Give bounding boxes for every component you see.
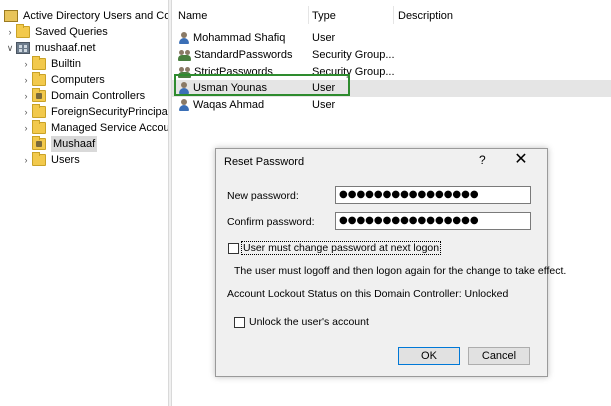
chevron-right-icon[interactable]: ›	[20, 56, 32, 72]
list-row[interactable]: Waqas Ahmad User	[172, 97, 611, 114]
row-name: Mohammad Shafiq	[193, 32, 286, 44]
reset-password-dialog: Reset Password ? ✕ New password: ●●●●●●●…	[215, 148, 566, 377]
tree-root[interactable]: Active Directory Users and Com	[4, 8, 168, 24]
new-password-label: New password:	[227, 190, 299, 202]
must-change-password-label[interactable]: User must change password at next logon	[241, 241, 442, 255]
tree-item-computers[interactable]: › Computers	[20, 72, 105, 88]
tree-item-domain-controllers[interactable]: › Domain Controllers	[20, 88, 145, 104]
row-type: Security Group...	[312, 49, 395, 61]
list-row-selected[interactable]: Usman Younas User	[172, 80, 611, 97]
tree-item-saved-queries[interactable]: › Saved Queries	[4, 24, 108, 40]
user-icon	[178, 82, 190, 95]
row-name: StandardPasswords	[194, 49, 293, 61]
chevron-right-icon[interactable]: ›	[20, 104, 32, 120]
column-divider[interactable]	[308, 6, 309, 24]
ad-console-icon	[4, 10, 18, 22]
row-name: StrictPasswords	[194, 66, 273, 78]
row-type: User	[312, 99, 336, 111]
list-row[interactable]: StrictPasswords Security Group...	[172, 64, 611, 81]
ou-folder-icon	[32, 136, 46, 150]
confirm-password-label: Confirm password:	[227, 216, 315, 228]
chevron-right-icon[interactable]: ›	[20, 152, 32, 168]
folder-icon	[32, 120, 46, 134]
tree-item-label: Users	[51, 154, 80, 166]
chevron-right-icon[interactable]: ›	[20, 120, 32, 136]
logoff-note: The user must logoff and then logon agai…	[234, 265, 567, 277]
tree-item-mushaaf[interactable]: Mushaaf	[20, 136, 98, 152]
dialog-title: Reset Password	[224, 156, 305, 168]
close-icon[interactable]: ✕	[512, 150, 530, 170]
tree-item-foreign-security-principals[interactable]: › ForeignSecurityPrincipals	[20, 104, 168, 120]
confirm-password-field[interactable]: ●●●●●●●●●●●●●●●●	[335, 212, 531, 230]
row-type: Security Group...	[312, 66, 395, 78]
ou-folder-icon	[32, 88, 46, 102]
group-icon	[178, 49, 191, 62]
user-icon	[178, 32, 190, 45]
must-change-password-checkbox[interactable]	[228, 243, 239, 254]
row-name: Usman Younas	[193, 82, 267, 94]
unlock-account-label[interactable]: Unlock the user's account	[249, 316, 369, 328]
tree-item-label: Managed Service Accoun	[51, 122, 168, 134]
column-header-type[interactable]: Type	[312, 10, 336, 22]
help-button[interactable]: ?	[479, 153, 486, 167]
row-type: User	[312, 82, 336, 94]
folder-icon	[32, 56, 46, 70]
list-row[interactable]: Mohammad Shafiq User	[172, 30, 611, 47]
tree-item-builtin[interactable]: › Builtin	[20, 56, 81, 72]
ok-button[interactable]: OK	[398, 347, 460, 365]
chevron-right-icon[interactable]: ›	[20, 88, 32, 104]
folder-icon	[16, 24, 30, 38]
tree-item-users[interactable]: › Users	[20, 152, 80, 168]
tree-item-domain[interactable]: ∨ mushaaf.net	[4, 40, 96, 56]
chevron-right-icon[interactable]: ›	[4, 24, 16, 40]
folder-icon	[32, 152, 46, 166]
lockout-status-text: Account Lockout Status on this Domain Co…	[227, 288, 509, 300]
tree-item-label: Builtin	[51, 58, 81, 70]
column-divider[interactable]	[393, 6, 394, 24]
chevron-down-icon[interactable]: ∨	[4, 40, 16, 56]
column-header-description[interactable]: Description	[398, 10, 453, 22]
group-icon	[178, 66, 191, 79]
column-header-name[interactable]: Name	[178, 10, 207, 22]
navigation-tree: Active Directory Users and Com › Saved Q…	[0, 0, 168, 406]
unlock-account-checkbox[interactable]	[234, 317, 245, 328]
list-row[interactable]: StandardPasswords Security Group...	[172, 47, 611, 64]
folder-icon	[32, 72, 46, 86]
new-password-field[interactable]: ●●●●●●●●●●●●●●●●	[335, 186, 531, 204]
domain-icon	[16, 42, 30, 54]
tree-item-label: Computers	[51, 74, 105, 86]
tree-item-managed-service-accounts[interactable]: › Managed Service Accoun	[20, 120, 168, 136]
tree-item-label: ForeignSecurityPrincipals	[51, 106, 168, 118]
tree-root-label: Active Directory Users and Com	[23, 10, 168, 22]
folder-icon	[32, 104, 46, 118]
tree-item-label: mushaaf.net	[35, 42, 96, 54]
tree-item-label: Domain Controllers	[51, 90, 146, 102]
row-name: Waqas Ahmad	[193, 99, 265, 111]
user-icon	[178, 99, 190, 112]
cancel-button[interactable]: Cancel	[468, 347, 530, 365]
tree-item-label: Saved Queries	[35, 26, 108, 38]
chevron-right-icon[interactable]: ›	[20, 72, 32, 88]
tree-item-label: Mushaaf	[51, 136, 98, 152]
row-type: User	[312, 32, 336, 44]
